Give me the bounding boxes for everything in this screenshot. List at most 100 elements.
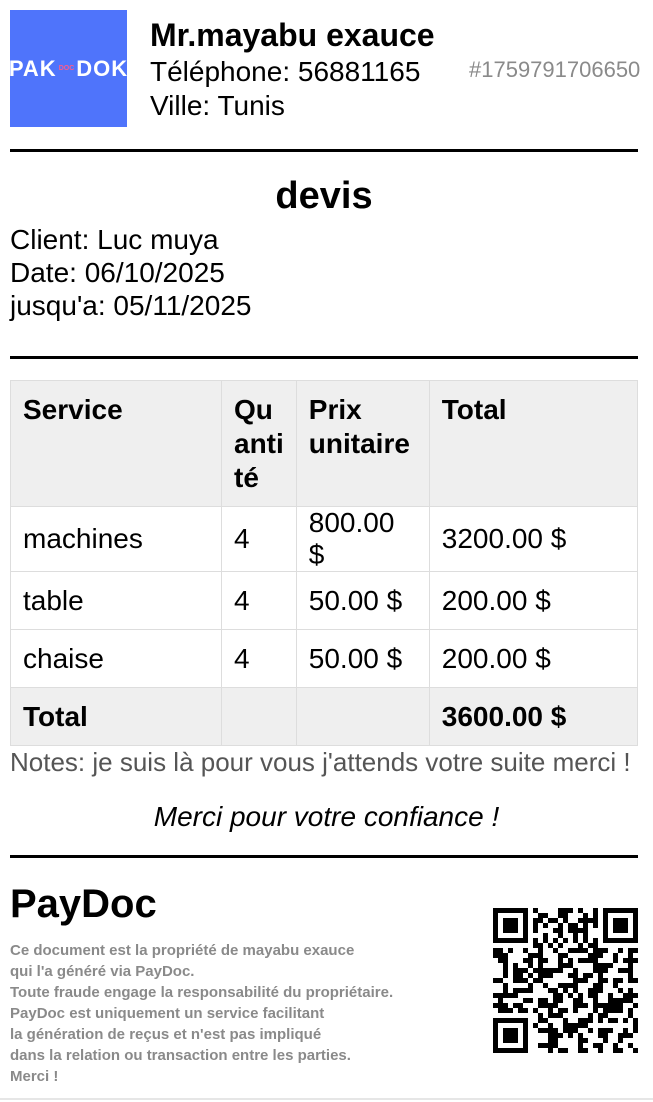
qr-module	[518, 973, 523, 978]
qr-module	[563, 983, 568, 988]
table-row: table 4 50.00 $ 200.00 $	[10, 571, 639, 630]
qr-module	[538, 943, 543, 948]
qr-module	[573, 978, 578, 983]
qr-module	[548, 988, 553, 993]
qr-module	[618, 998, 623, 1003]
qr-module	[558, 953, 563, 958]
qr-module	[548, 968, 553, 973]
qr-module	[493, 1048, 498, 1053]
qr-module	[518, 908, 523, 913]
qr-module	[608, 998, 613, 1003]
grand-total: 3600.00 $	[428, 687, 639, 746]
qr-module	[628, 953, 633, 958]
qr-module	[538, 968, 543, 973]
row-total: 200.00 $	[428, 571, 639, 630]
qr-module	[553, 1043, 558, 1048]
qr-module	[563, 988, 568, 993]
qr-module	[548, 1043, 553, 1048]
qr-module	[493, 1028, 498, 1033]
qr-module	[603, 933, 608, 938]
qr-module	[553, 1038, 558, 1043]
qr-module	[563, 908, 568, 913]
qr-module	[603, 1008, 608, 1013]
qr-module	[508, 923, 513, 928]
qr-module	[603, 1013, 608, 1018]
qr-module	[508, 938, 513, 943]
qr-module	[608, 908, 613, 913]
row-service: machines	[10, 506, 222, 572]
qr-module	[498, 978, 503, 983]
qr-module	[563, 1048, 568, 1053]
qr-module	[583, 948, 588, 953]
qr-module	[633, 958, 638, 963]
qr-module	[508, 918, 513, 923]
qr-module	[583, 1038, 588, 1043]
qr-module	[503, 1003, 508, 1008]
qr-module	[633, 978, 638, 983]
qr-module	[558, 933, 563, 938]
qr-module	[523, 978, 528, 983]
qr-module	[563, 1023, 568, 1028]
qr-module	[523, 1043, 528, 1048]
date-line: Date: 06/10/2025	[10, 257, 225, 288]
qr-module	[628, 958, 633, 963]
qr-module	[593, 963, 598, 968]
qr-module	[558, 963, 563, 968]
qr-code	[493, 908, 638, 1053]
qr-module	[573, 928, 578, 933]
qr-module	[558, 993, 563, 998]
qr-module	[578, 958, 583, 963]
logo-text-left: PAK	[8, 55, 57, 81]
qr-module	[628, 1013, 633, 1018]
qr-module	[518, 1018, 523, 1023]
qr-module	[588, 1018, 593, 1023]
qr-module	[583, 1023, 588, 1028]
qr-module	[513, 963, 518, 968]
qr-module	[613, 953, 618, 958]
qr-module	[498, 938, 503, 943]
qr-module	[573, 973, 578, 978]
qr-module	[598, 1048, 603, 1053]
qr-module	[568, 908, 573, 913]
qr-module	[558, 913, 563, 918]
qr-module	[618, 1003, 623, 1008]
qr-module	[503, 1008, 508, 1013]
qr-module	[568, 1028, 573, 1033]
qr-module	[493, 933, 498, 938]
qr-module	[503, 1038, 508, 1043]
qr-module	[598, 978, 603, 983]
qr-module	[583, 1018, 588, 1023]
qr-module	[563, 1008, 568, 1013]
qr-module	[548, 918, 553, 923]
qr-module	[583, 973, 588, 978]
qr-module	[633, 938, 638, 943]
qr-module	[493, 953, 498, 958]
qr-module	[623, 1018, 628, 1023]
qr-module	[633, 948, 638, 953]
qr-module	[538, 998, 543, 1003]
qr-module	[608, 1028, 613, 1033]
qr-module	[533, 923, 538, 928]
qr-module	[598, 973, 603, 978]
header-unit-price: Prix unitaire	[295, 380, 430, 507]
qr-module	[553, 968, 558, 973]
qr-module	[533, 968, 538, 973]
qr-module	[593, 923, 598, 928]
qr-module	[583, 958, 588, 963]
qr-module	[633, 1048, 638, 1053]
qr-module	[503, 923, 508, 928]
qr-module	[583, 923, 588, 928]
qr-module	[578, 908, 583, 913]
qr-module	[578, 993, 583, 998]
qr-module	[528, 973, 533, 978]
qr-module	[503, 988, 508, 993]
company-name: Mr.mayabu exauce	[150, 17, 435, 53]
qr-module	[518, 1003, 523, 1008]
qr-module	[598, 1028, 603, 1033]
qr-module	[538, 913, 543, 918]
qr-module	[603, 1003, 608, 1008]
qr-module	[523, 998, 528, 1003]
qr-module	[523, 968, 528, 973]
qr-module	[538, 1043, 543, 1048]
header-service-label: Service	[23, 394, 123, 425]
